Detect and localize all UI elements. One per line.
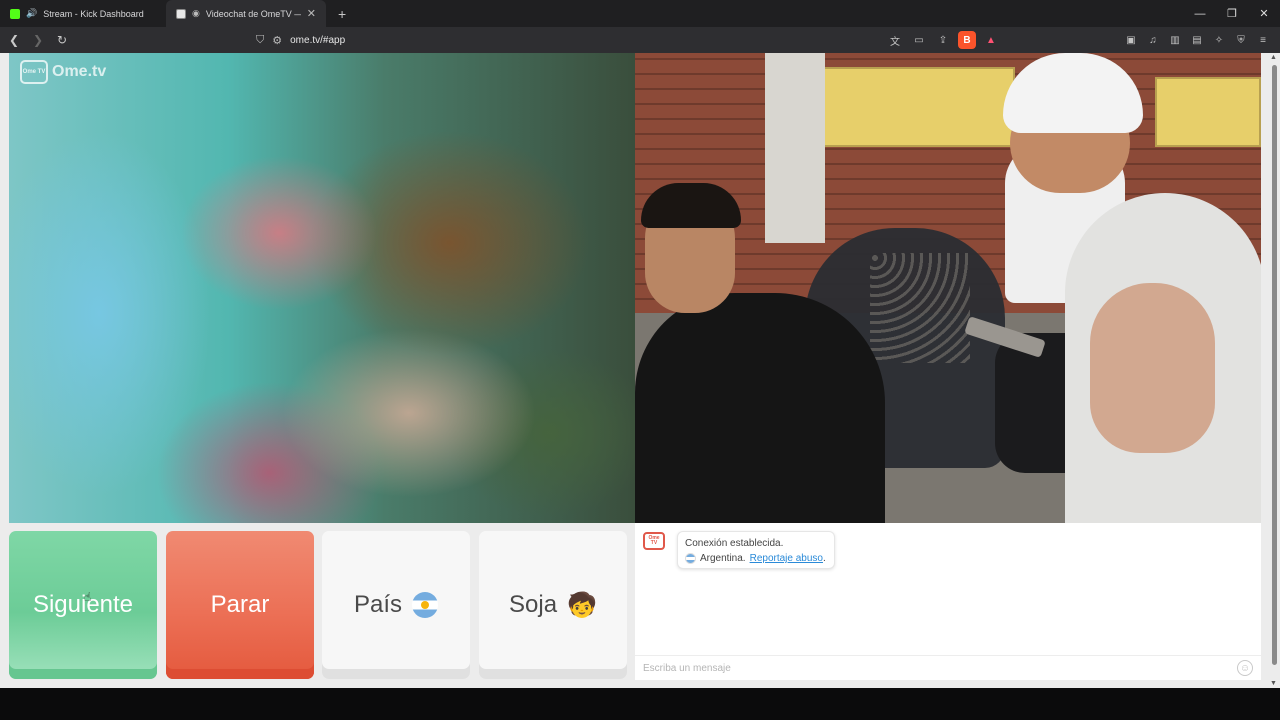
connection-status: Conexión establecida.: [685, 538, 784, 549]
tab-title: Videochat de OmeTV — Alte: [205, 8, 301, 19]
emoji-icon[interactable]: ☺: [1237, 660, 1253, 676]
scroll-up-icon[interactable]: ▲: [1270, 54, 1277, 61]
new-tab-button[interactable]: +: [338, 6, 346, 22]
country-button[interactable]: País: [322, 531, 470, 679]
tv-icon: Ome TV: [20, 60, 48, 84]
minimize-button[interactable]: —: [1184, 0, 1216, 27]
recording-icon: ◉: [192, 8, 200, 18]
boy-face-icon: 🧒: [567, 591, 597, 619]
video-pillar: [765, 53, 825, 243]
stop-button[interactable]: Parar: [166, 531, 314, 679]
browser-toolbar: ❮ ❯ ↻ ⛉ ⚙ ome.tv/#app 文 ▭ ⇪ B ▲ ▣ ♫ ▥ ▤ …: [0, 27, 1280, 53]
gender-button[interactable]: Soja 🧒: [479, 531, 627, 679]
brave-rewards-icon[interactable]: ▲: [982, 31, 1000, 49]
ometv-logo[interactable]: Ome TV Ome.tv: [20, 60, 106, 84]
close-tab-icon[interactable]: ✕: [307, 7, 316, 20]
gender-label: Soja: [509, 591, 558, 618]
local-video: [635, 53, 1261, 523]
scroll-down-icon[interactable]: ▼: [1270, 680, 1277, 687]
share-icon[interactable]: ⇪: [934, 31, 952, 49]
argentina-flag-icon: [412, 592, 439, 618]
leo-ai-icon[interactable]: ✧: [1210, 31, 1228, 49]
bookmark-icon[interactable]: ⛉: [256, 34, 264, 47]
browser-extensions: ▣ ♫ ▥ ▤ ✧ ⛨ ≡: [1122, 30, 1272, 50]
url-text[interactable]: ome.tv/#app: [290, 35, 345, 46]
tab-ometv[interactable]: ◉ Videochat de OmeTV — Alte ✕: [166, 0, 326, 27]
translate-icon[interactable]: 文: [886, 31, 904, 49]
message-input[interactable]: [643, 662, 1237, 674]
argentina-flag-icon: [685, 553, 696, 564]
restore-button[interactable]: ❐: [1216, 0, 1248, 27]
country-name: Argentina.: [700, 553, 746, 564]
chat-panel: Ome TV Conexión establecida. Argentina. …: [635, 523, 1261, 680]
sidebar-icon[interactable]: ▥: [1166, 31, 1184, 49]
screenshot-icon[interactable]: ▣: [1122, 31, 1140, 49]
window-controls: — ❐ ✕: [1184, 0, 1280, 27]
media-icon[interactable]: ♫: [1144, 31, 1162, 49]
next-button[interactable]: Siguiente: [9, 531, 157, 679]
browser-tab-bar: 🔊 Stream - Kick Dashboard ◉ Videochat de…: [0, 0, 1280, 27]
chat-input-bar: ☺: [635, 655, 1261, 680]
menu-icon[interactable]: ≡: [1254, 31, 1272, 49]
wallet-icon[interactable]: ▤: [1188, 31, 1206, 49]
video-shelf: [815, 67, 1015, 147]
report-suffix: .: [822, 553, 826, 564]
site-settings-icon[interactable]: ⚙: [272, 34, 282, 47]
report-abuse-link[interactable]: Reportaje abuso: [750, 553, 823, 564]
tab-kick-dashboard[interactable]: 🔊 Stream - Kick Dashboard: [0, 0, 166, 27]
taskbar-area: [0, 688, 1280, 720]
ometv-avatar-icon: Ome TV: [643, 532, 665, 550]
kick-favicon-icon: [10, 8, 20, 19]
system-message: Conexión establecida. Argentina. Reporta…: [677, 531, 835, 569]
video-chair-pattern: [870, 253, 970, 363]
country-label: País: [353, 591, 403, 618]
address-bar-actions: 文 ▭ ⇪ B ▲: [886, 30, 1000, 50]
video-shelf: [1155, 77, 1261, 147]
video-person: [635, 293, 885, 523]
remote-video: [9, 53, 635, 523]
forward-icon[interactable]: ❯: [28, 30, 48, 50]
logo-text: Ome.tv: [52, 63, 107, 80]
mouse-cursor-icon: ☝: [84, 590, 92, 604]
video-person-face: [1090, 283, 1215, 453]
tab-title: Stream - Kick Dashboard: [43, 8, 144, 19]
video-person-hair: [641, 183, 741, 228]
back-icon[interactable]: ❮: [4, 30, 24, 50]
close-window-button[interactable]: ✕: [1248, 0, 1280, 27]
vpn-icon[interactable]: ⛨: [1232, 31, 1250, 49]
stop-label: Parar: [210, 591, 270, 618]
page-scrollbar[interactable]: ▲ ▼: [1269, 53, 1280, 688]
ometv-favicon-icon: [176, 8, 186, 19]
next-label: Siguiente: [32, 591, 134, 618]
speaker-icon[interactable]: 🔊: [26, 8, 37, 19]
scrollbar-thumb[interactable]: [1272, 65, 1277, 665]
country-line: Argentina. Reportaje abuso.: [685, 551, 827, 566]
brave-shields-icon[interactable]: B: [958, 31, 976, 49]
cast-icon[interactable]: ▭: [910, 31, 928, 49]
reload-icon[interactable]: ↻: [52, 30, 72, 50]
